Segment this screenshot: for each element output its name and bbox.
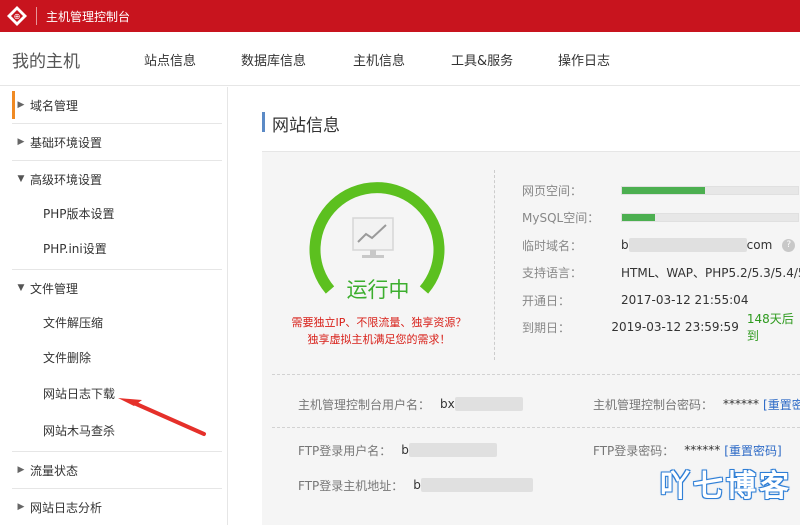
open-date-value: 2017-03-12 21:55:04 (621, 293, 749, 307)
sidebar-item-file-management[interactable]: ▼ 文件管理 (12, 270, 224, 306)
temp-domain-value: b com (621, 237, 773, 253)
top-bar: ⊕ 主机管理控制台 (0, 0, 800, 32)
nav-tab-tools-services[interactable]: 工具&服务 (451, 50, 513, 69)
sidebar-subitem-trojan-scan[interactable]: 网站木马查杀 (43, 422, 115, 439)
console-username-value: bx (440, 397, 523, 412)
mysql-space-bar (621, 212, 799, 222)
redacted-blur (420, 478, 533, 493)
brand-logo-icon[interactable]: ⊕ (6, 5, 28, 27)
caret-right-icon: ▶ (17, 465, 25, 475)
sidebar-subitem-php-version[interactable]: PHP版本设置 (43, 205, 115, 222)
languages-value: HTML、WAP、PHP5.2/5.3/5.4/5.5 (621, 265, 800, 280)
expire-days-remaining: 148天后到 (746, 312, 794, 343)
nav-tab-site-info[interactable]: 站点信息 (144, 50, 196, 69)
nav-tab-operation-log[interactable]: 操作日志 (558, 50, 610, 69)
web-space-bar (621, 185, 799, 195)
console-password-value: ****** (723, 397, 760, 411)
caret-right-icon: ▶ (17, 137, 25, 147)
nav-title-my-host[interactable]: 我的主机 (12, 47, 80, 72)
info-row-languages: 支持语言： HTML、WAP、PHP5.2/5.3/5.4/5.5 (522, 262, 800, 282)
console-username-row: 主机管理控制台用户名： bx (298, 394, 523, 414)
expire-date-value: 2019-03-12 23:59:59 (611, 320, 739, 334)
info-row-expire-date: 到期日： 2019-03-12 23:59:59 148天后到 (522, 312, 800, 343)
horizontal-divider (272, 427, 800, 428)
ftp-host-row: FTP登录主机地址： b (298, 475, 533, 495)
redacted-blur (628, 238, 747, 253)
svg-text:⊕: ⊕ (14, 12, 21, 21)
topbar-divider (36, 7, 37, 25)
status-area: 运行中 需要独立IP、不限流量、独享资源？ 独享虚拟主机满足您的需求！ (262, 152, 494, 362)
help-icon[interactable]: ? (782, 238, 796, 252)
caret-down-icon: ▼ (17, 283, 25, 293)
promo-line-2[interactable]: 独享虚拟主机满足您的需求！ (272, 331, 486, 347)
sidebar-subitem-file-delete[interactable]: 文件删除 (43, 349, 91, 366)
sidebar-item-advanced-env[interactable]: ▼ 高级环境设置 (12, 161, 224, 197)
caret-down-icon: ▼ (17, 174, 25, 184)
sidebar-item-traffic-status[interactable]: ▶ 流量状态 (12, 452, 224, 488)
monitor-chart-icon (352, 217, 394, 258)
caret-right-icon: ▶ (17, 100, 25, 110)
status-running-text: 运行中 (346, 278, 410, 302)
title-accent-bar (262, 112, 265, 132)
info-row-web-space: 网页空间： (522, 180, 799, 200)
sidebar-subitem-file-unzip[interactable]: 文件解压缩 (43, 314, 103, 331)
info-row-temp-domain: 临时域名： b com ? (522, 235, 796, 255)
vertical-divider (494, 170, 495, 360)
sidebar-subitem-php-ini[interactable]: PHP.ini设置 (43, 240, 107, 257)
ftp-username-value: b (401, 443, 497, 458)
info-row-mysql-space: MySQL空间： (522, 207, 799, 227)
promo-line-1[interactable]: 需要独立IP、不限流量、独享资源？ (272, 314, 486, 330)
redacted-blur (454, 397, 523, 412)
nav-tab-database-info[interactable]: 数据库信息 (241, 50, 306, 69)
watermark-text: 吖七博客 (660, 469, 792, 504)
sidebar: ▶ 域名管理 ▶ 基础环境设置 ▼ 高级环境设置 PHP版本设置 PHP.ini… (0, 87, 228, 525)
ftp-password-value: ****** (684, 443, 721, 457)
console-title: 主机管理控制台 (46, 9, 131, 24)
sidebar-subitem-log-download[interactable]: 网站日志下载 (43, 385, 115, 402)
main-nav: 我的主机 站点信息 数据库信息 主机信息 工具&服务 操作日志 (0, 32, 800, 86)
horizontal-divider (272, 374, 800, 375)
redacted-blur (408, 443, 497, 458)
ftp-reset-password-link[interactable]: [重置密码] (724, 442, 781, 459)
info-row-open-date: 开通日： 2017-03-12 21:55:04 (522, 293, 749, 308)
page-title: 网站信息 (272, 116, 340, 136)
console-password-row: 主机管理控制台密码： ****** [重置密码 (593, 394, 800, 414)
sidebar-item-basic-env[interactable]: ▶ 基础环境设置 (12, 124, 224, 160)
ftp-password-row: FTP登录密码： ****** [重置密码] (593, 442, 782, 459)
sidebar-item-log-analysis[interactable]: ▶ 网站日志分析 (12, 489, 224, 525)
caret-right-icon: ▶ (17, 502, 25, 512)
web-space-bar-fill (622, 186, 705, 194)
ftp-host-value: b (413, 478, 533, 493)
nav-tab-host-info[interactable]: 主机信息 (353, 50, 405, 69)
ftp-username-row: FTP登录用户名： b (298, 440, 497, 460)
mysql-space-bar-fill (622, 213, 656, 221)
annotation-arrow-icon (118, 398, 206, 436)
sidebar-item-domain-management[interactable]: ▶ 域名管理 (12, 87, 224, 123)
console-reset-password-link[interactable]: [重置密码 (763, 396, 800, 413)
